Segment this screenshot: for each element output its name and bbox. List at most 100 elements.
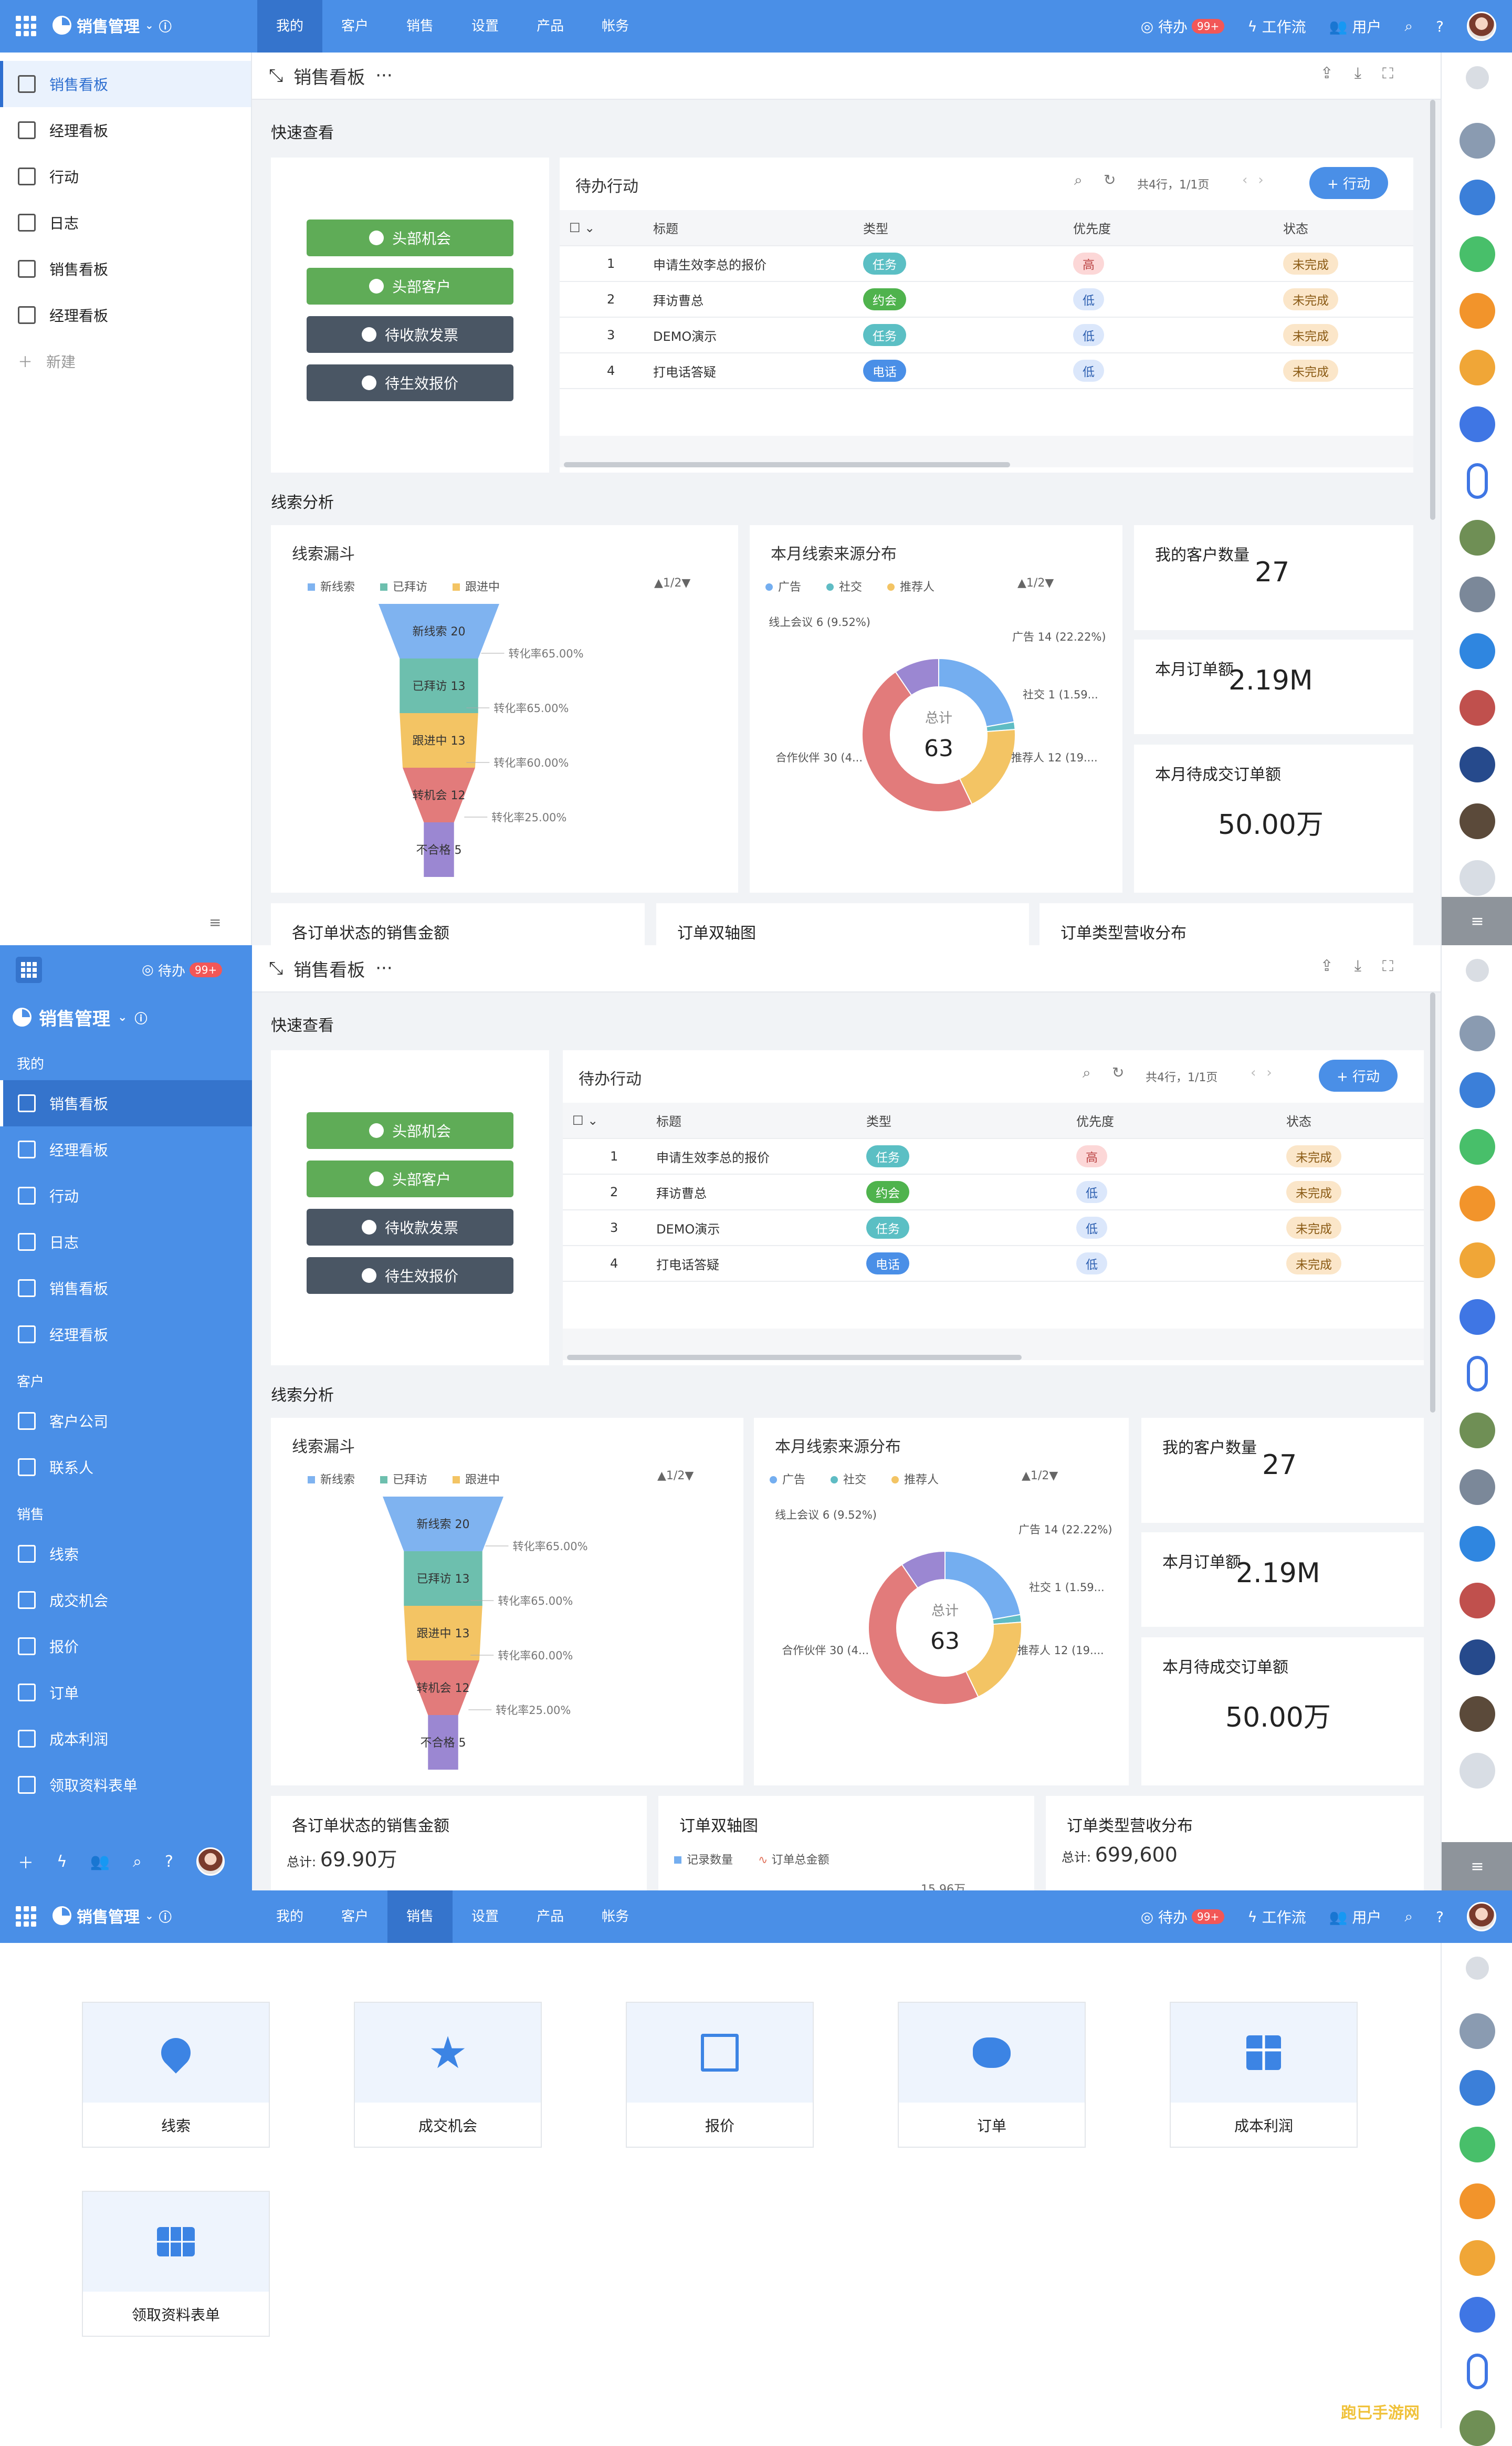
bus-icon[interactable] (1460, 690, 1495, 726)
pending-quote-button[interactable]: 待生效报价 (307, 1257, 513, 1294)
help-icon[interactable]: ? (1436, 18, 1444, 35)
nav-tab-sales[interactable]: 销售 (387, 1890, 453, 1943)
bell-icon[interactable] (1466, 1957, 1489, 1980)
photo-icon[interactable] (1460, 520, 1495, 556)
help-icon[interactable]: ? (165, 1853, 173, 1871)
tools-icon[interactable] (1460, 180, 1495, 215)
top-customers-button[interactable]: 头部客户 (307, 1161, 513, 1197)
tile-opportunities[interactable]: ★ 成交机会 (354, 2002, 542, 2148)
nav-tab-mine[interactable]: 我的 (257, 1890, 322, 1943)
photo-icon[interactable] (1460, 2410, 1495, 2446)
refresh-icon[interactable]: ↻ (1112, 1064, 1124, 1081)
table-row[interactable]: 4 打电话答疑 电话低未完成 (560, 353, 1413, 389)
select-all-checkbox[interactable]: ☐ ⌄ (560, 210, 644, 246)
tile-orders[interactable]: 订单 (898, 2002, 1086, 2148)
grid-app-icon[interactable] (1460, 1242, 1495, 1278)
table-row[interactable]: 3 DEMO演示 任务低未完成 (560, 317, 1413, 353)
send-icon[interactable] (1460, 1186, 1495, 1221)
tile-cost-profit[interactable]: 成本利润 (1170, 2002, 1358, 2148)
photo-icon[interactable] (1460, 1413, 1495, 1448)
page-arrows[interactable]: ‹› (1251, 1065, 1283, 1081)
app-switcher[interactable]: 销售管理 ⌄ ⓘ (52, 14, 172, 37)
tile-material-form[interactable]: 领取资料表单 (82, 2191, 270, 2337)
top-customers-button[interactable]: 头部客户 (307, 268, 513, 305)
donut-slice[interactable] (868, 1563, 979, 1705)
top-opportunities-button[interactable]: 头部机会 (307, 219, 513, 256)
contact-icon[interactable] (1460, 860, 1495, 896)
sidebar-item-manager-board-2[interactable]: 经理看板 (0, 1311, 252, 1357)
nav-tab-sales[interactable]: 销售 (387, 0, 453, 53)
plus-icon[interactable]: ＋ (18, 1850, 34, 1873)
check-icon[interactable] (1460, 236, 1495, 272)
search-icon[interactable]: ⌕ (133, 1853, 142, 1871)
check-icon[interactable] (1460, 1129, 1495, 1165)
tile-quotes[interactable]: 报价 (626, 2002, 814, 2148)
workflow-button[interactable]: ϟ 工作流 (1247, 1906, 1306, 1927)
bell-icon[interactable] (1466, 959, 1489, 982)
toggle-icon[interactable] (1467, 1356, 1488, 1392)
sidebar-item-sales-board[interactable]: 销售看板 (0, 61, 251, 107)
app-switcher[interactable]: 销售管理 ⌄ ⓘ (52, 1904, 172, 1927)
table-row[interactable]: 1 申请生效李总的报价 任务高未完成 (560, 246, 1413, 282)
pst-icon[interactable] (1460, 1639, 1495, 1675)
legend-pager[interactable]: ▲1/2▼ (654, 577, 690, 590)
grid-app-icon[interactable] (1460, 2240, 1495, 2276)
group-icon[interactable] (1460, 1016, 1495, 1051)
legend-pager[interactable]: ▲1/2▼ (1017, 577, 1054, 590)
info-icon[interactable]: ⓘ (134, 1008, 147, 1027)
header-actions[interactable]: ⇪⤓⛶ (1320, 957, 1414, 975)
sidebar-item-sales-board[interactable]: 销售看板 (0, 1080, 252, 1126)
sidebar-new-button[interactable]: ＋新建 (0, 338, 251, 384)
top-opportunities-button[interactable]: 头部机会 (307, 1112, 513, 1149)
sidebar-item-sales-board-2[interactable]: 销售看板 (0, 246, 251, 292)
table-row[interactable]: 1 申请生效李总的报价 任务高未完成 (563, 1138, 1424, 1175)
avatar[interactable] (196, 1847, 225, 1876)
tools-icon[interactable] (1460, 2070, 1495, 2106)
sidebar-item-manager-board-2[interactable]: 经理看板 (0, 292, 251, 338)
select-all-checkbox[interactable]: ☐ ⌄ (563, 1103, 647, 1139)
bell-icon[interactable] (1466, 66, 1489, 89)
check-icon[interactable] (1460, 2127, 1495, 2162)
pst-icon[interactable] (1460, 747, 1495, 782)
group-icon[interactable] (1460, 123, 1495, 159)
send-icon[interactable] (1460, 293, 1495, 329)
chat-icon[interactable] (1460, 633, 1495, 669)
nav-tab-accounts[interactable]: 帐务 (583, 1890, 648, 1943)
sidebar-item-manager-board[interactable]: 经理看板 (0, 107, 251, 153)
search-icon[interactable]: ⌕ (1404, 1908, 1413, 1926)
pending-button[interactable]: ◎ 待办 99+ (1141, 1906, 1225, 1927)
search-icon[interactable]: ⌕ (1074, 171, 1083, 189)
nav-tab-settings[interactable]: 设置 (453, 0, 518, 53)
lightning-icon[interactable] (1460, 406, 1495, 442)
chat-icon[interactable] (1460, 1526, 1495, 1562)
rail-collapse-icon[interactable]: ≡ (1442, 897, 1512, 945)
users-button[interactable]: 👥 用户 (1329, 16, 1382, 37)
toggle-icon[interactable] (1467, 2354, 1488, 2389)
nav-tab-customer[interactable]: 客户 (322, 0, 387, 53)
expand-icon[interactable]: ⤡ (269, 958, 283, 979)
nav-tab-customer[interactable]: 客户 (322, 1890, 387, 1943)
sidebar-item-leads[interactable]: 线索 (0, 1531, 252, 1577)
table-row[interactable]: 2 拜访曹总 约会低未完成 (560, 281, 1413, 318)
app-grid-icon[interactable] (16, 1906, 37, 1927)
sidebar-item-log[interactable]: 日志 (0, 200, 251, 246)
info-icon[interactable]: ⓘ (159, 16, 172, 35)
rail-collapse-icon[interactable]: ≡ (1442, 1842, 1512, 1890)
avatar[interactable] (1467, 12, 1496, 41)
sidebar-item-actions[interactable]: 行动 (0, 1173, 252, 1219)
toggle-icon[interactable] (1467, 463, 1488, 499)
donut-slice[interactable] (862, 671, 973, 812)
pending-invoice-button[interactable]: 待收款发票 (307, 316, 513, 353)
bus-icon[interactable] (1460, 1583, 1495, 1618)
nav-tab-mine[interactable]: 我的 (257, 0, 323, 53)
workflow-button[interactable]: ϟ 工作流 (1247, 16, 1306, 37)
notify-icon[interactable] (1460, 1469, 1495, 1505)
nav-tab-settings[interactable]: 设置 (453, 1890, 518, 1943)
header-actions[interactable]: ⇪⤓⛶ (1320, 64, 1414, 82)
app-grid-icon[interactable] (16, 16, 37, 37)
help-icon[interactable]: ? (1436, 1908, 1444, 1926)
search-icon[interactable]: ⌕ (1083, 1064, 1091, 1082)
horizontal-scrollbar[interactable] (564, 462, 1010, 467)
avatar[interactable] (1467, 1902, 1496, 1931)
legend-pager[interactable]: ▲1/2▼ (657, 1469, 694, 1482)
